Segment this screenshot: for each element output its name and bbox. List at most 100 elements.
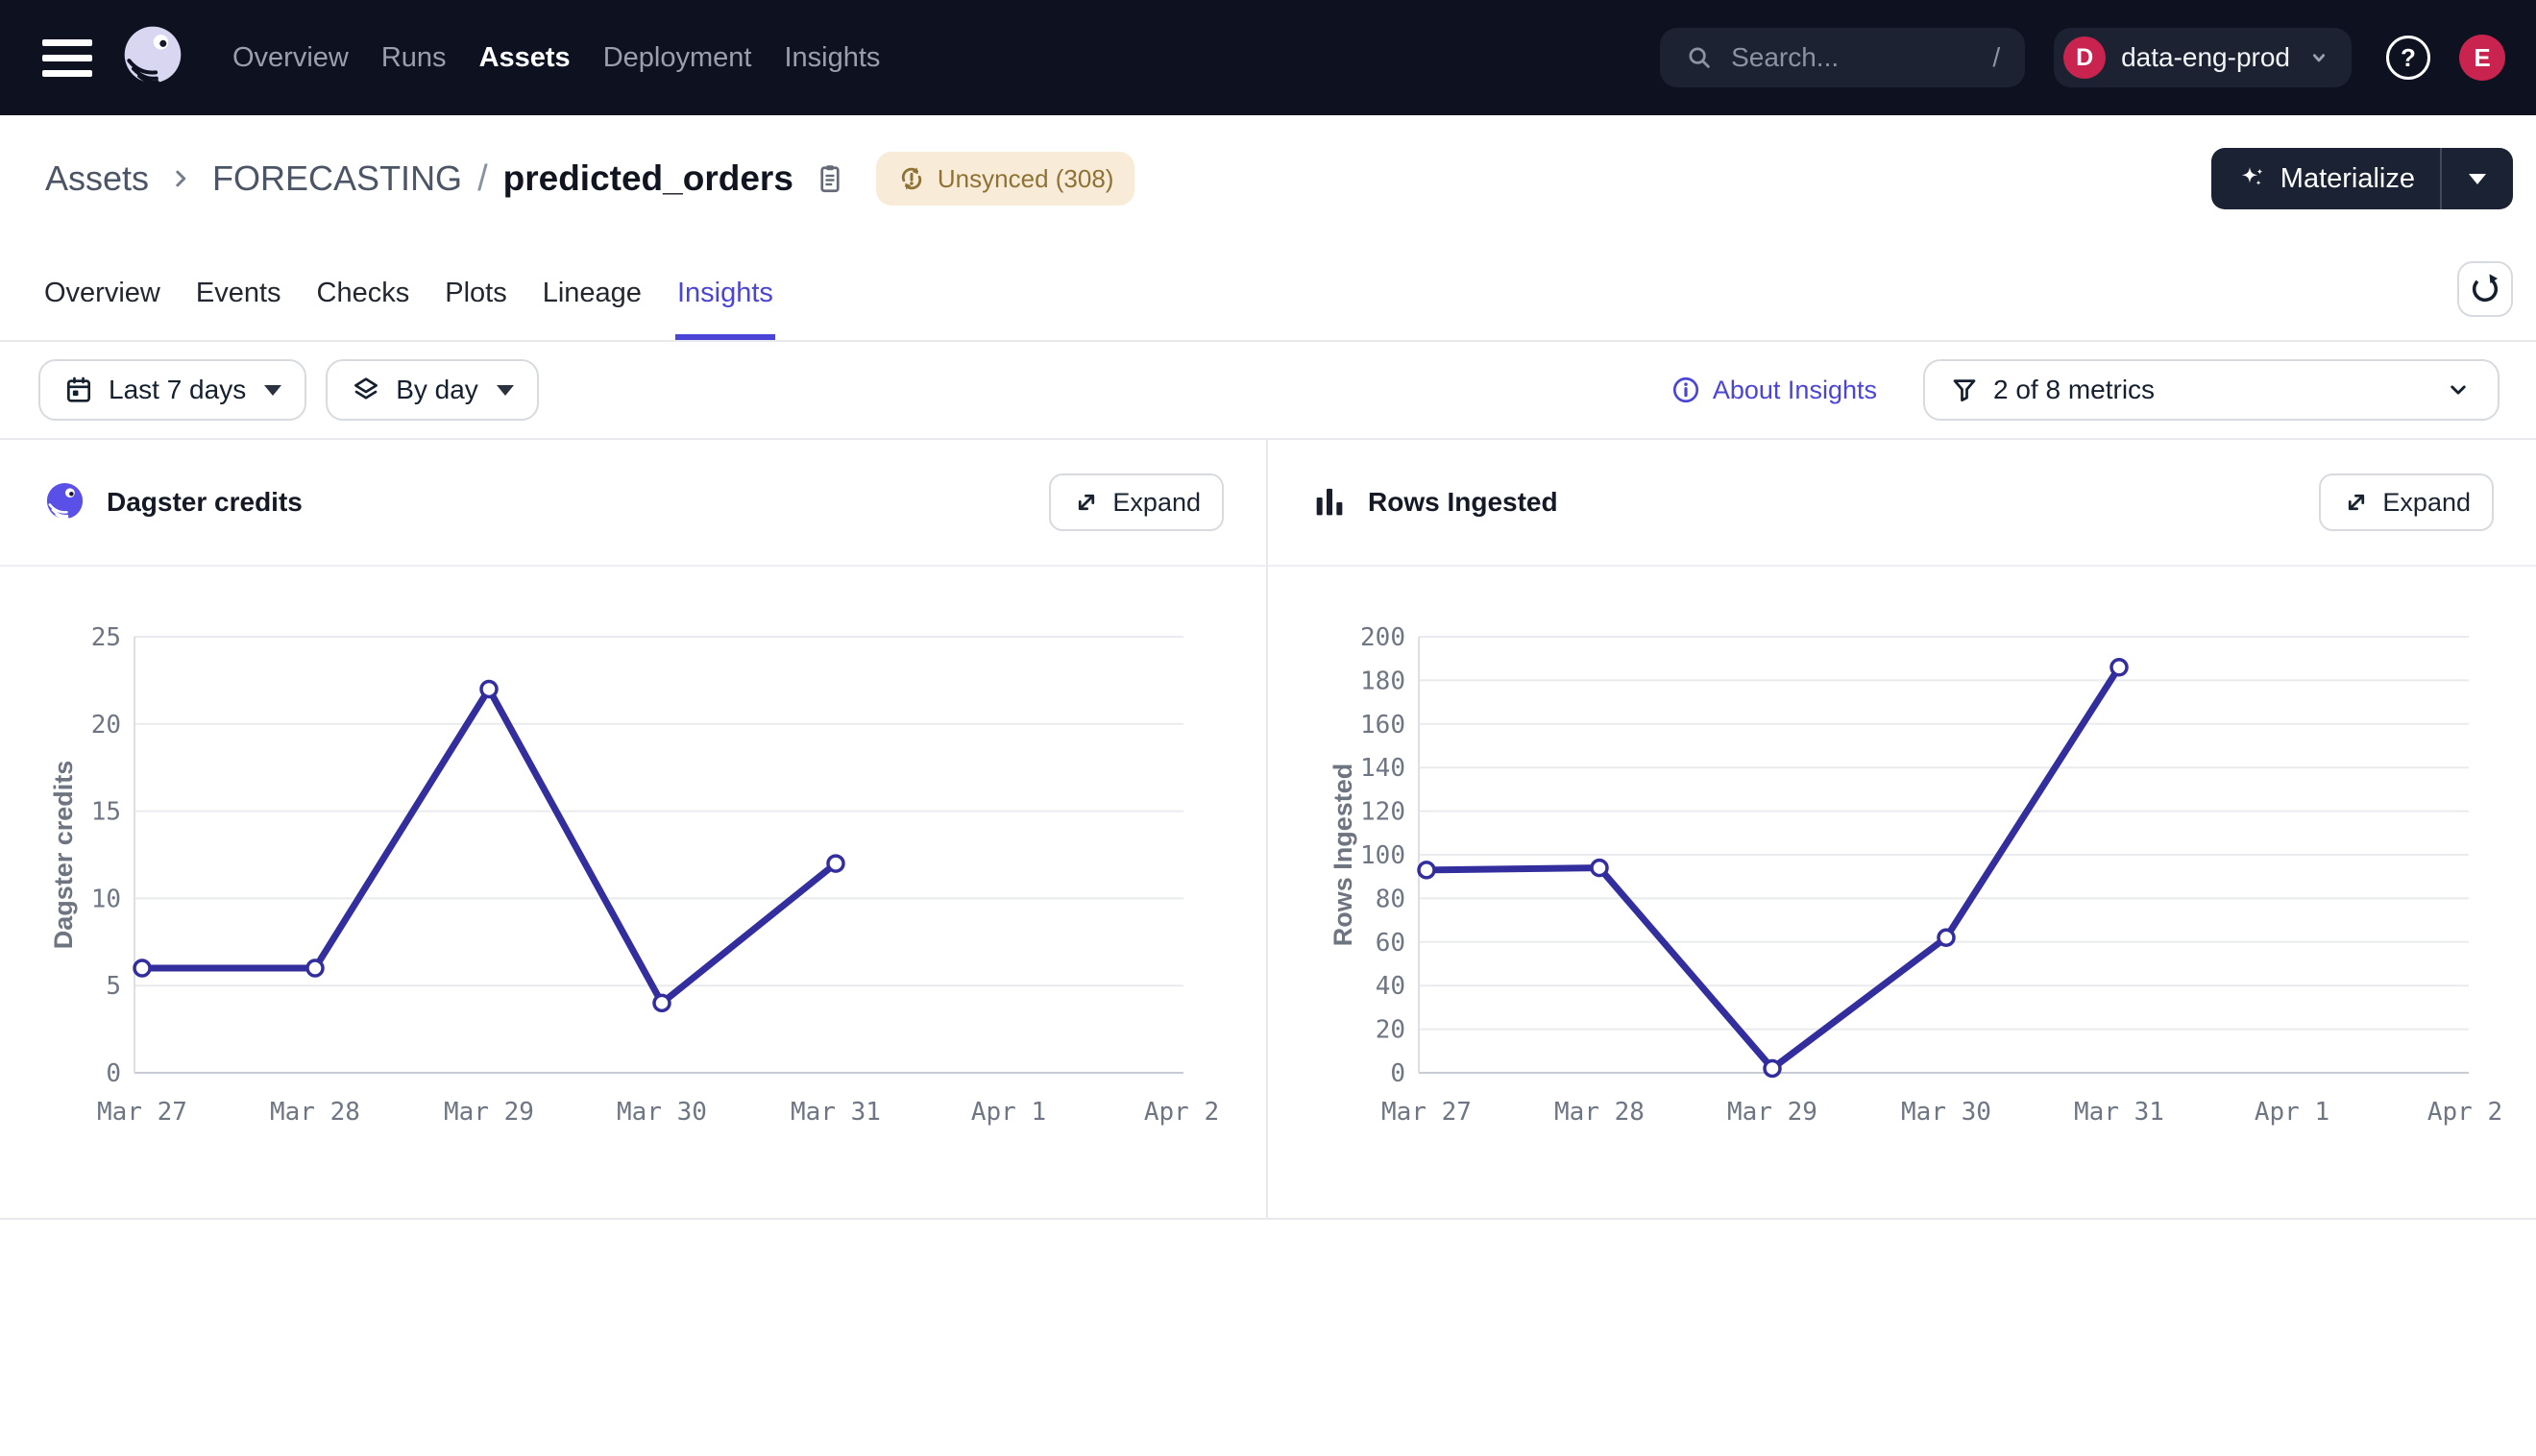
svg-text:Apr 2: Apr 2 (2427, 1098, 2502, 1127)
tab-lineage[interactable]: Lineage (541, 278, 644, 340)
expand-button[interactable]: Expand (1049, 473, 1224, 531)
chart-header: Rows Ingested Expand (1268, 440, 2536, 567)
svg-text:Mar 28: Mar 28 (1554, 1098, 1645, 1127)
svg-text:Mar 31: Mar 31 (2074, 1098, 2164, 1127)
dagster-logo[interactable] (117, 22, 188, 93)
user-initial: E (2474, 43, 2490, 73)
svg-text:200: 200 (1360, 623, 1405, 652)
svg-text:160: 160 (1360, 711, 1405, 740)
help-button[interactable]: ? (2386, 36, 2430, 80)
materialize-button[interactable]: Materialize (2211, 148, 2440, 209)
metrics-filter-select[interactable]: 2 of 8 metrics (1923, 359, 2499, 421)
nav-item-assets[interactable]: Assets (479, 42, 571, 74)
svg-text:100: 100 (1360, 841, 1405, 870)
user-avatar[interactable]: E (2459, 35, 2505, 81)
nav-item-runs[interactable]: Runs (381, 42, 447, 74)
svg-text:180: 180 (1360, 667, 1405, 695)
search-input[interactable]: / (1660, 28, 2025, 87)
copy-asset-name-button[interactable] (813, 161, 847, 196)
question-icon: ? (2401, 43, 2416, 73)
tab-insights[interactable]: Insights (675, 278, 775, 340)
asset-tabs: Overview Events Checks Plots Lineage Ins… (42, 242, 775, 340)
materialize-options-button[interactable] (2442, 148, 2513, 209)
chart-header: Dagster credits Expand (0, 440, 1266, 567)
svg-text:Dagster credits: Dagster credits (49, 761, 78, 950)
tab-checks[interactable]: Checks (315, 278, 412, 340)
workspace-switcher[interactable]: D data-eng-prod (2054, 28, 2352, 87)
chart-title: Dagster credits (107, 487, 303, 518)
dagster-credits-line-chart[interactable]: 0510152025Mar 27Mar 28Mar 29Mar 30Mar 31… (0, 567, 1268, 1220)
svg-text:20: 20 (1376, 1016, 1405, 1045)
metrics-filter-label: 2 of 8 metrics (1993, 375, 2155, 405)
svg-text:Mar 27: Mar 27 (97, 1098, 187, 1127)
caret-down-icon (264, 385, 281, 396)
svg-text:Mar 30: Mar 30 (617, 1098, 707, 1127)
time-range-filter[interactable]: Last 7 days (38, 359, 306, 421)
svg-text:20: 20 (91, 711, 121, 740)
refresh-button[interactable] (2457, 261, 2513, 317)
asset-tabs-row: Overview Events Checks Plots Lineage Ins… (0, 242, 2536, 342)
sparkle-icon (2236, 163, 2267, 194)
rows-ingested-line-chart[interactable]: 020406080100120140160180200Mar 27Mar 28M… (1268, 567, 2536, 1220)
dagster-credits-panel: Dagster credits Expand 0510152025Mar 27M… (0, 440, 1268, 1218)
hamburger-menu-button[interactable] (42, 39, 92, 77)
granularity-filter[interactable]: By day (326, 359, 539, 421)
dagster-asset-insights-page: Overview Runs Assets Deployment Insights… (0, 0, 2536, 1456)
svg-text:10: 10 (91, 885, 121, 913)
breadcrumb-group-link[interactable]: FORECASTING (212, 158, 462, 199)
svg-text:Apr 2: Apr 2 (1144, 1098, 1219, 1127)
svg-text:Rows Ingested: Rows Ingested (1329, 764, 1357, 947)
svg-text:0: 0 (1390, 1059, 1405, 1088)
svg-text:Mar 30: Mar 30 (1901, 1098, 1991, 1127)
nav-item-deployment[interactable]: Deployment (603, 42, 752, 74)
svg-text:15: 15 (91, 798, 121, 827)
unsynced-label: Unsynced (308) (938, 164, 1114, 194)
svg-text:Mar 28: Mar 28 (270, 1098, 360, 1127)
search-text-field[interactable] (1729, 41, 1931, 74)
svg-text:Mar 29: Mar 29 (444, 1098, 534, 1127)
about-insights-label: About Insights (1713, 376, 1877, 405)
about-insights-link[interactable]: About Insights (1665, 374, 1883, 406)
rows-ingested-panel: Rows Ingested Expand 0204060801001201401… (1268, 440, 2536, 1218)
hamburger-icon (42, 39, 92, 46)
tab-overview[interactable]: Overview (42, 278, 162, 340)
expand-label: Expand (1112, 488, 1201, 518)
svg-text:Mar 31: Mar 31 (791, 1098, 881, 1127)
search-shortcut-hint: / (1992, 42, 2000, 73)
expand-button[interactable]: Expand (2319, 473, 2494, 531)
svg-text:0: 0 (106, 1059, 121, 1088)
svg-text:120: 120 (1360, 798, 1405, 827)
refresh-icon (2469, 273, 2501, 305)
calendar-icon (63, 375, 94, 405)
tab-plots[interactable]: Plots (443, 278, 508, 340)
chevron-down-icon (2444, 376, 2473, 404)
time-range-label: Last 7 days (109, 375, 246, 405)
unsynced-status-badge[interactable]: Unsynced (308) (876, 152, 1135, 206)
svg-text:25: 25 (91, 623, 121, 652)
nav-item-overview[interactable]: Overview (232, 42, 349, 74)
chart-area: 0510152025Mar 27Mar 28Mar 29Mar 30Mar 31… (0, 567, 1266, 1218)
breadcrumb-separator: / (477, 158, 488, 200)
materialize-split-button: Materialize (2211, 148, 2513, 209)
breadcrumb-asset-name: predicted_orders (503, 158, 793, 199)
insights-chart-grid: Dagster credits Expand 0510152025Mar 27M… (0, 440, 2536, 1220)
caret-down-icon (2469, 174, 2486, 184)
workspace-initial-badge: D (2063, 36, 2106, 79)
bar-chart-icon (1310, 483, 1349, 522)
breadcrumb-assets-link[interactable]: Assets (45, 158, 149, 199)
dagster-logo-icon (42, 480, 87, 525)
expand-label: Expand (2382, 488, 2471, 518)
search-icon (1685, 43, 1714, 72)
svg-text:40: 40 (1376, 972, 1405, 1001)
breadcrumb-chevron-icon (166, 164, 195, 193)
primary-nav: Overview Runs Assets Deployment Insights (232, 42, 880, 74)
tab-events[interactable]: Events (194, 278, 283, 340)
caret-down-icon (497, 385, 514, 396)
svg-text:Mar 27: Mar 27 (1381, 1098, 1472, 1127)
svg-text:Mar 29: Mar 29 (1727, 1098, 1817, 1127)
nav-item-insights[interactable]: Insights (784, 42, 880, 74)
materialize-label: Materialize (2280, 163, 2415, 195)
svg-text:80: 80 (1376, 885, 1405, 913)
workspace-name: data-eng-prod (2121, 42, 2290, 73)
top-navigation-bar: Overview Runs Assets Deployment Insights… (0, 0, 2536, 115)
